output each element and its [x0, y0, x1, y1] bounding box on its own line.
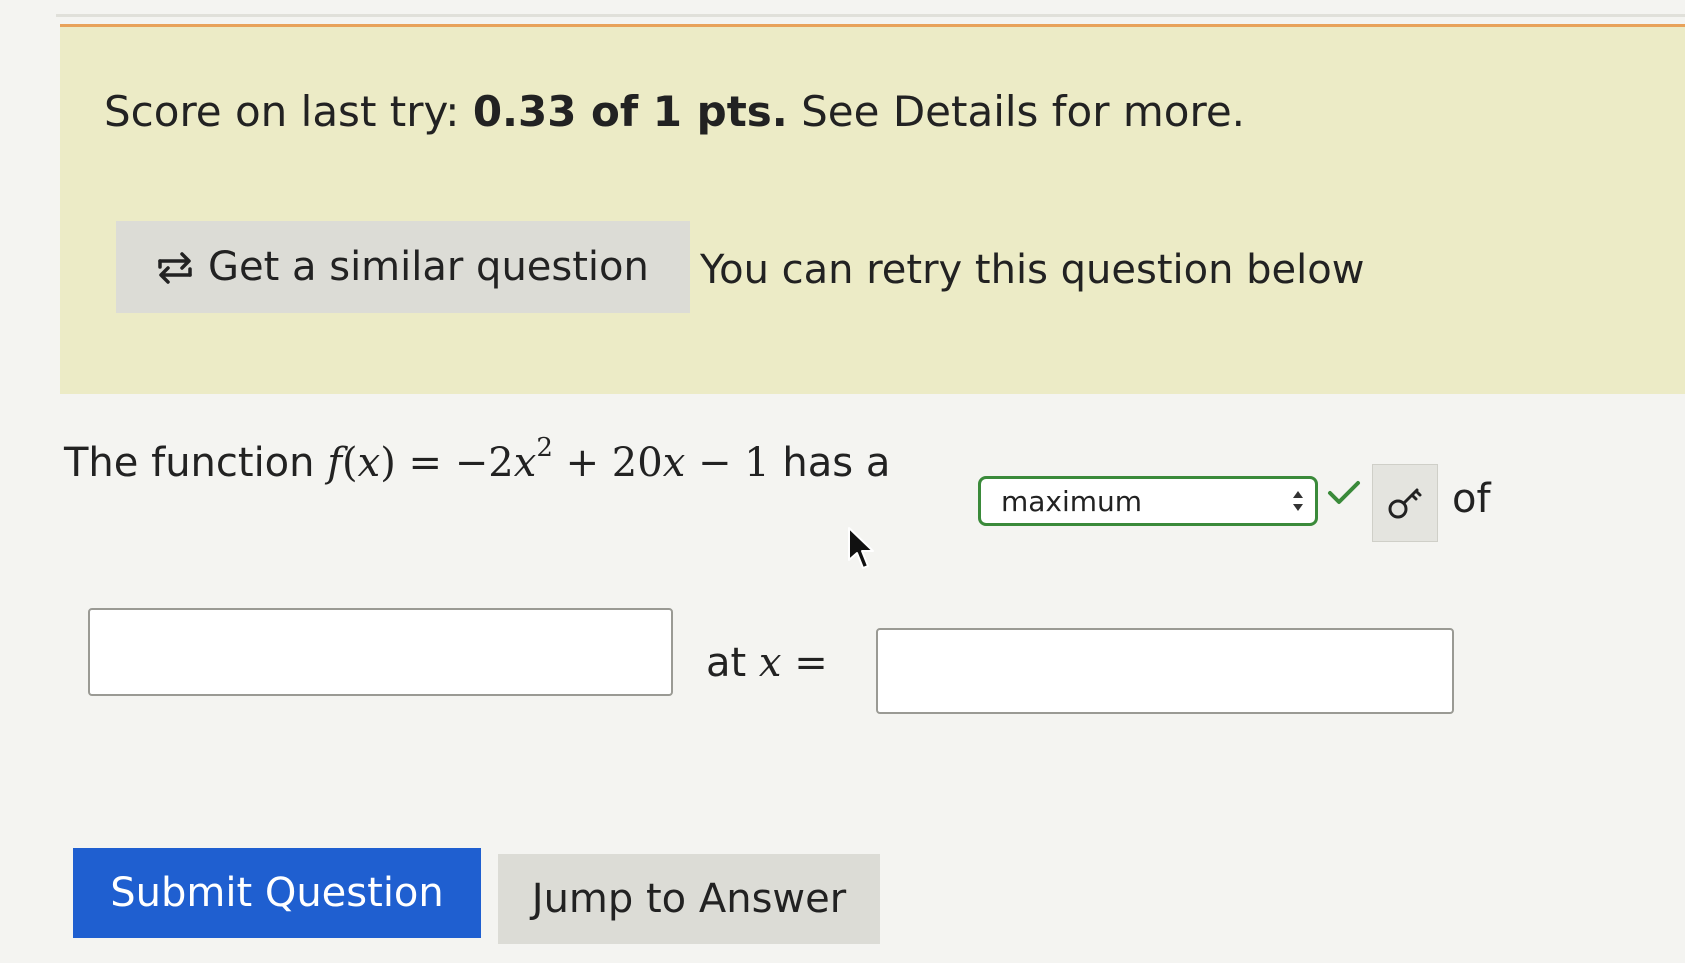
question-prefix: The function: [64, 440, 315, 486]
key-icon: [1388, 488, 1422, 519]
eq-var-2: x: [662, 440, 686, 486]
at-x-label: at x =: [706, 640, 828, 686]
score-prefix: Score on last try:: [104, 87, 460, 136]
x-value-input[interactable]: [876, 628, 1454, 714]
get-similar-question-button[interactable]: Get a similar question: [116, 221, 690, 313]
key-hint-button[interactable]: [1372, 464, 1438, 542]
retry-arrows-icon: [158, 252, 192, 284]
extremum-select-value: maximum: [1001, 484, 1143, 518]
eq-part-1: = −2: [408, 440, 514, 486]
feedback-panel: Score on last try: 0.33 of 1 pts. See De…: [60, 24, 1685, 394]
at-expression: x =: [759, 640, 828, 686]
retry-message: You can retry this question below: [700, 247, 1365, 293]
eq-part-2: + 20: [565, 440, 663, 486]
select-arrows-icon: [1293, 491, 1303, 511]
question-text: The function f(x) = −2x2 + 20x − 1 has a: [64, 433, 891, 486]
extremum-select[interactable]: maximum: [978, 476, 1318, 526]
top-divider: [56, 14, 1685, 17]
at-text: at: [706, 640, 747, 686]
eq-var-1: x: [513, 440, 537, 486]
get-similar-question-label: Get a similar question: [208, 244, 649, 290]
of-text: of: [1452, 476, 1491, 522]
checkmark-icon: [1328, 481, 1360, 504]
extremum-value-input[interactable]: [88, 608, 673, 696]
eq-exponent: 2: [536, 433, 553, 463]
function-name: f: [327, 440, 343, 486]
has-a-text: has a: [782, 440, 891, 486]
score-line: Score on last try: 0.33 of 1 pts. See De…: [104, 87, 1245, 136]
eq-part-3: − 1: [698, 440, 770, 486]
jump-to-answer-button[interactable]: Jump to Answer: [498, 854, 880, 944]
function-var: x: [357, 440, 381, 486]
at-var: x: [758, 640, 782, 686]
function-expression: f(x) = −2x2 + 20x − 1: [327, 433, 770, 486]
at-equals: =: [794, 640, 828, 686]
mouse-pointer-icon: [848, 527, 874, 569]
score-suffix: See Details for more.: [801, 87, 1246, 136]
submit-question-button[interactable]: Submit Question: [73, 848, 481, 938]
score-value: 0.33 of 1 pts.: [472, 87, 788, 136]
